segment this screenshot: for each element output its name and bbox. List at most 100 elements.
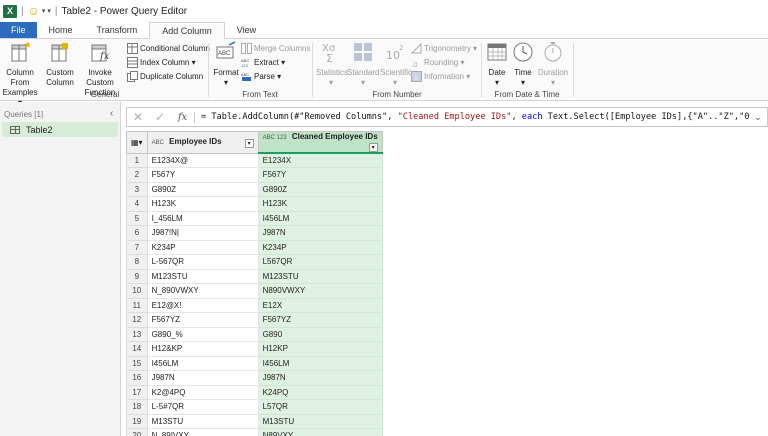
cleaned-employee-id-cell[interactable]: I456LM (257, 210, 383, 226)
employee-id-cell[interactable]: L-5#7QR (146, 399, 259, 415)
text-type-icon[interactable]: ABC (152, 140, 164, 146)
cleaned-employee-id-cell[interactable]: E12X (257, 297, 383, 313)
tab-view[interactable]: View (225, 22, 268, 38)
any-type-icon[interactable]: ABC 123 (263, 135, 287, 141)
row-number: 16 (126, 370, 148, 386)
cleaned-employee-id-cell[interactable]: F567Y (257, 167, 383, 183)
smiley-feedback-icon[interactable]: ☺ (28, 5, 40, 17)
row-number: 3 (126, 181, 148, 197)
cleaned-employee-id-cell[interactable]: M123STU (257, 268, 383, 284)
employee-id-cell[interactable]: E1234X@ (146, 152, 259, 168)
column-header-employee-ids[interactable]: ABC Employee IDs ▾ (146, 131, 259, 154)
extract-icon: ABC123 (241, 58, 249, 68)
commit-formula-icon[interactable]: ✓ (149, 110, 171, 124)
cleaned-employee-id-cell[interactable]: F567YZ (257, 312, 383, 328)
parse-button[interactable]: ABC Parse ▾ (241, 71, 281, 82)
employee-id-cell[interactable]: H123K (146, 196, 259, 212)
employee-id-cell[interactable]: F567Y (146, 167, 259, 183)
employee-id-cell[interactable]: K234P (146, 239, 259, 255)
tab-transform[interactable]: Transform (85, 22, 150, 38)
ribbon-separator (312, 43, 313, 97)
standard-button[interactable]: Standard ▾ (347, 41, 379, 88)
cleaned-employee-id-cell[interactable]: J987N (257, 225, 383, 241)
formula-suffix: Text.Select([Employee IDs],{"A".."Z","0"… (547, 112, 749, 122)
table-row: 20 N_89!VXY N89VXY (126, 428, 383, 436)
formula-input[interactable]: = Table.AddColumn(#"Removed Columns", "C… (195, 112, 749, 122)
employee-id-cell[interactable]: K2@4PQ (146, 384, 259, 400)
cancel-formula-icon[interactable]: ✕ (127, 110, 149, 124)
statistics-button[interactable]: Xσ Σ Statistics ▾ (316, 41, 348, 88)
scientific-label: Scientific (380, 68, 413, 77)
table-icon (10, 125, 20, 134)
employee-id-cell[interactable]: M123STU (146, 268, 259, 284)
extract-button[interactable]: ABC 123 Extract ▾ (241, 57, 285, 68)
cleaned-employee-id-cell[interactable]: N89VXY (257, 428, 383, 436)
table-row: 1 E1234X@ E1234X (126, 152, 383, 168)
duration-button[interactable]: Duration ▾ (537, 41, 569, 88)
employee-id-cell[interactable]: J987!N| (146, 225, 259, 241)
column-filter-dropdown-icon[interactable]: ▾ (368, 143, 378, 152)
merge-columns-button[interactable]: Merge Columns (241, 43, 310, 54)
employee-id-cell[interactable]: H12&KP (146, 341, 259, 357)
formula-mid: , (511, 112, 522, 122)
cleaned-employee-id-cell[interactable]: K24PQ (257, 384, 383, 400)
table-menu-icon[interactable]: ▦▾ (126, 131, 148, 154)
date-button[interactable]: Date ▾ (485, 41, 509, 88)
query-item-table2[interactable]: Table2 (2, 122, 118, 137)
svg-text:ABC: ABC (218, 51, 231, 57)
cleaned-employee-id-cell[interactable]: L57QR (257, 399, 383, 415)
svg-text:ABC: ABC (241, 72, 249, 77)
employee-id-cell[interactable]: N_89!VXY (146, 428, 259, 436)
insert-function-icon[interactable]: fx (171, 111, 195, 123)
employee-id-cell[interactable]: N_890VWXY (146, 283, 259, 299)
column-from-examples-button[interactable]: Column From Examples ▾ (0, 41, 40, 108)
collapse-pane-icon[interactable]: ‹ (110, 108, 113, 119)
cleaned-employee-id-cell[interactable]: M13STU (257, 413, 383, 429)
custom-column-button[interactable]: Custom Column (43, 41, 77, 88)
trigonometry-button[interactable]: Trigonometry ▾ (411, 43, 477, 54)
quick-access-dropdown-icon[interactable]: ▾ ▾ (42, 7, 51, 15)
conditional-column-icon (127, 43, 138, 54)
tab-file[interactable]: File (0, 22, 37, 38)
employee-id-cell[interactable]: M13STU (146, 413, 259, 429)
employee-id-cell[interactable]: E12@X! (146, 297, 259, 313)
cleaned-employee-id-cell[interactable]: E1234X (257, 152, 383, 168)
expand-formula-icon[interactable]: ⌄ (749, 112, 767, 123)
duplicate-column-button[interactable]: Duplicate Column (127, 71, 203, 82)
scientific-button[interactable]: 10 2 Scientific ▾ (380, 41, 413, 88)
employee-id-cell[interactable]: G890_% (146, 326, 259, 342)
tab-add-column[interactable]: Add Column (149, 22, 225, 40)
employee-id-cell[interactable]: I456LM (146, 355, 259, 371)
cleaned-employee-id-cell[interactable]: J987N (257, 370, 383, 386)
information-button[interactable]: i Information ▾ (411, 71, 470, 82)
employee-id-cell[interactable]: F567YZ (146, 312, 259, 328)
time-button[interactable]: Time ▾ (511, 41, 535, 88)
conditional-column-button[interactable]: Conditional Column (127, 43, 210, 54)
formula-bar: ✕ ✓ fx = Table.AddColumn(#"Removed Colum… (126, 107, 768, 127)
cleaned-employee-id-cell[interactable]: N890VWXY (257, 283, 383, 299)
employee-id-cell[interactable]: I_456LM (146, 210, 259, 226)
rounding-button[interactable]: .0 Rounding ▾ (411, 57, 465, 68)
cleaned-employee-id-cell[interactable]: L567QR (257, 254, 383, 270)
column-filter-dropdown-icon[interactable]: ▾ (244, 138, 254, 148)
column-header-cleaned-employee-ids[interactable]: ABC 123 Cleaned Employee IDs ▾ (257, 131, 383, 154)
cleaned-employee-id-cell[interactable]: H12KP (257, 341, 383, 357)
employee-id-cell[interactable]: G890Z (146, 181, 259, 197)
cleaned-employee-id-cell[interactable]: K234P (257, 239, 383, 255)
format-button[interactable]: ABC Format ▾ (212, 41, 240, 88)
parse-label: Parse ▾ (254, 72, 282, 81)
cleaned-employee-id-cell[interactable]: H123K (257, 196, 383, 212)
index-column-label: Index Column ▾ (140, 58, 196, 67)
employee-id-cell[interactable]: L-567QR (146, 254, 259, 270)
duplicate-column-label: Duplicate Column (140, 72, 204, 81)
cleaned-employee-id-cell[interactable]: G890 (257, 326, 383, 342)
cleaned-employee-id-cell[interactable]: G890Z (257, 181, 383, 197)
index-column-icon (127, 57, 138, 68)
rounding-label: Rounding ▾ (424, 58, 465, 67)
trigonometry-label: Trigonometry ▾ (424, 44, 478, 53)
employee-id-cell[interactable]: J987N (146, 370, 259, 386)
cleaned-employee-id-cell[interactable]: I456LM (257, 355, 383, 371)
group-from-date-time-label: From Date & Time (494, 90, 560, 99)
index-column-button[interactable]: Index Column ▾ (127, 57, 196, 68)
tab-home[interactable]: Home (37, 22, 85, 38)
